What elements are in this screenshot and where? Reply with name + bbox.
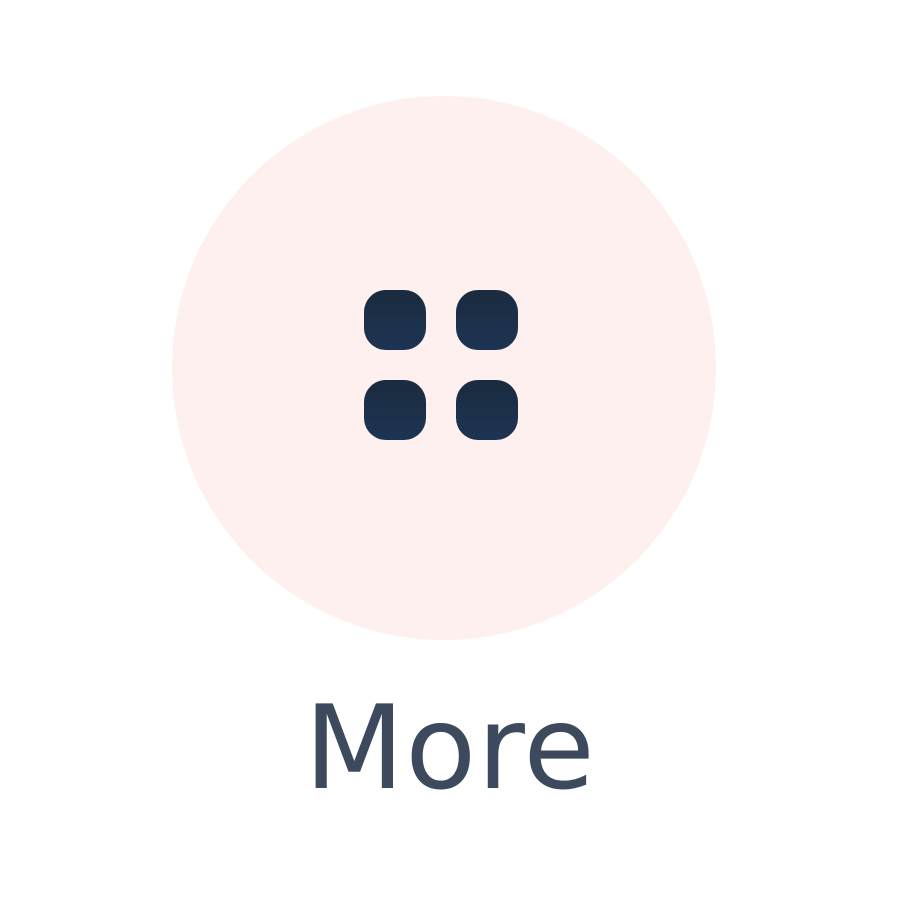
more-button[interactable]: More: [0, 0, 900, 900]
grid-square-top-left: [364, 290, 426, 350]
grid-four-squares-icon: [364, 290, 518, 440]
grid-square-bottom-right: [456, 380, 518, 440]
grid-square-bottom-left: [364, 380, 426, 440]
grid-square-top-right: [456, 290, 518, 350]
more-label: More: [304, 681, 596, 816]
